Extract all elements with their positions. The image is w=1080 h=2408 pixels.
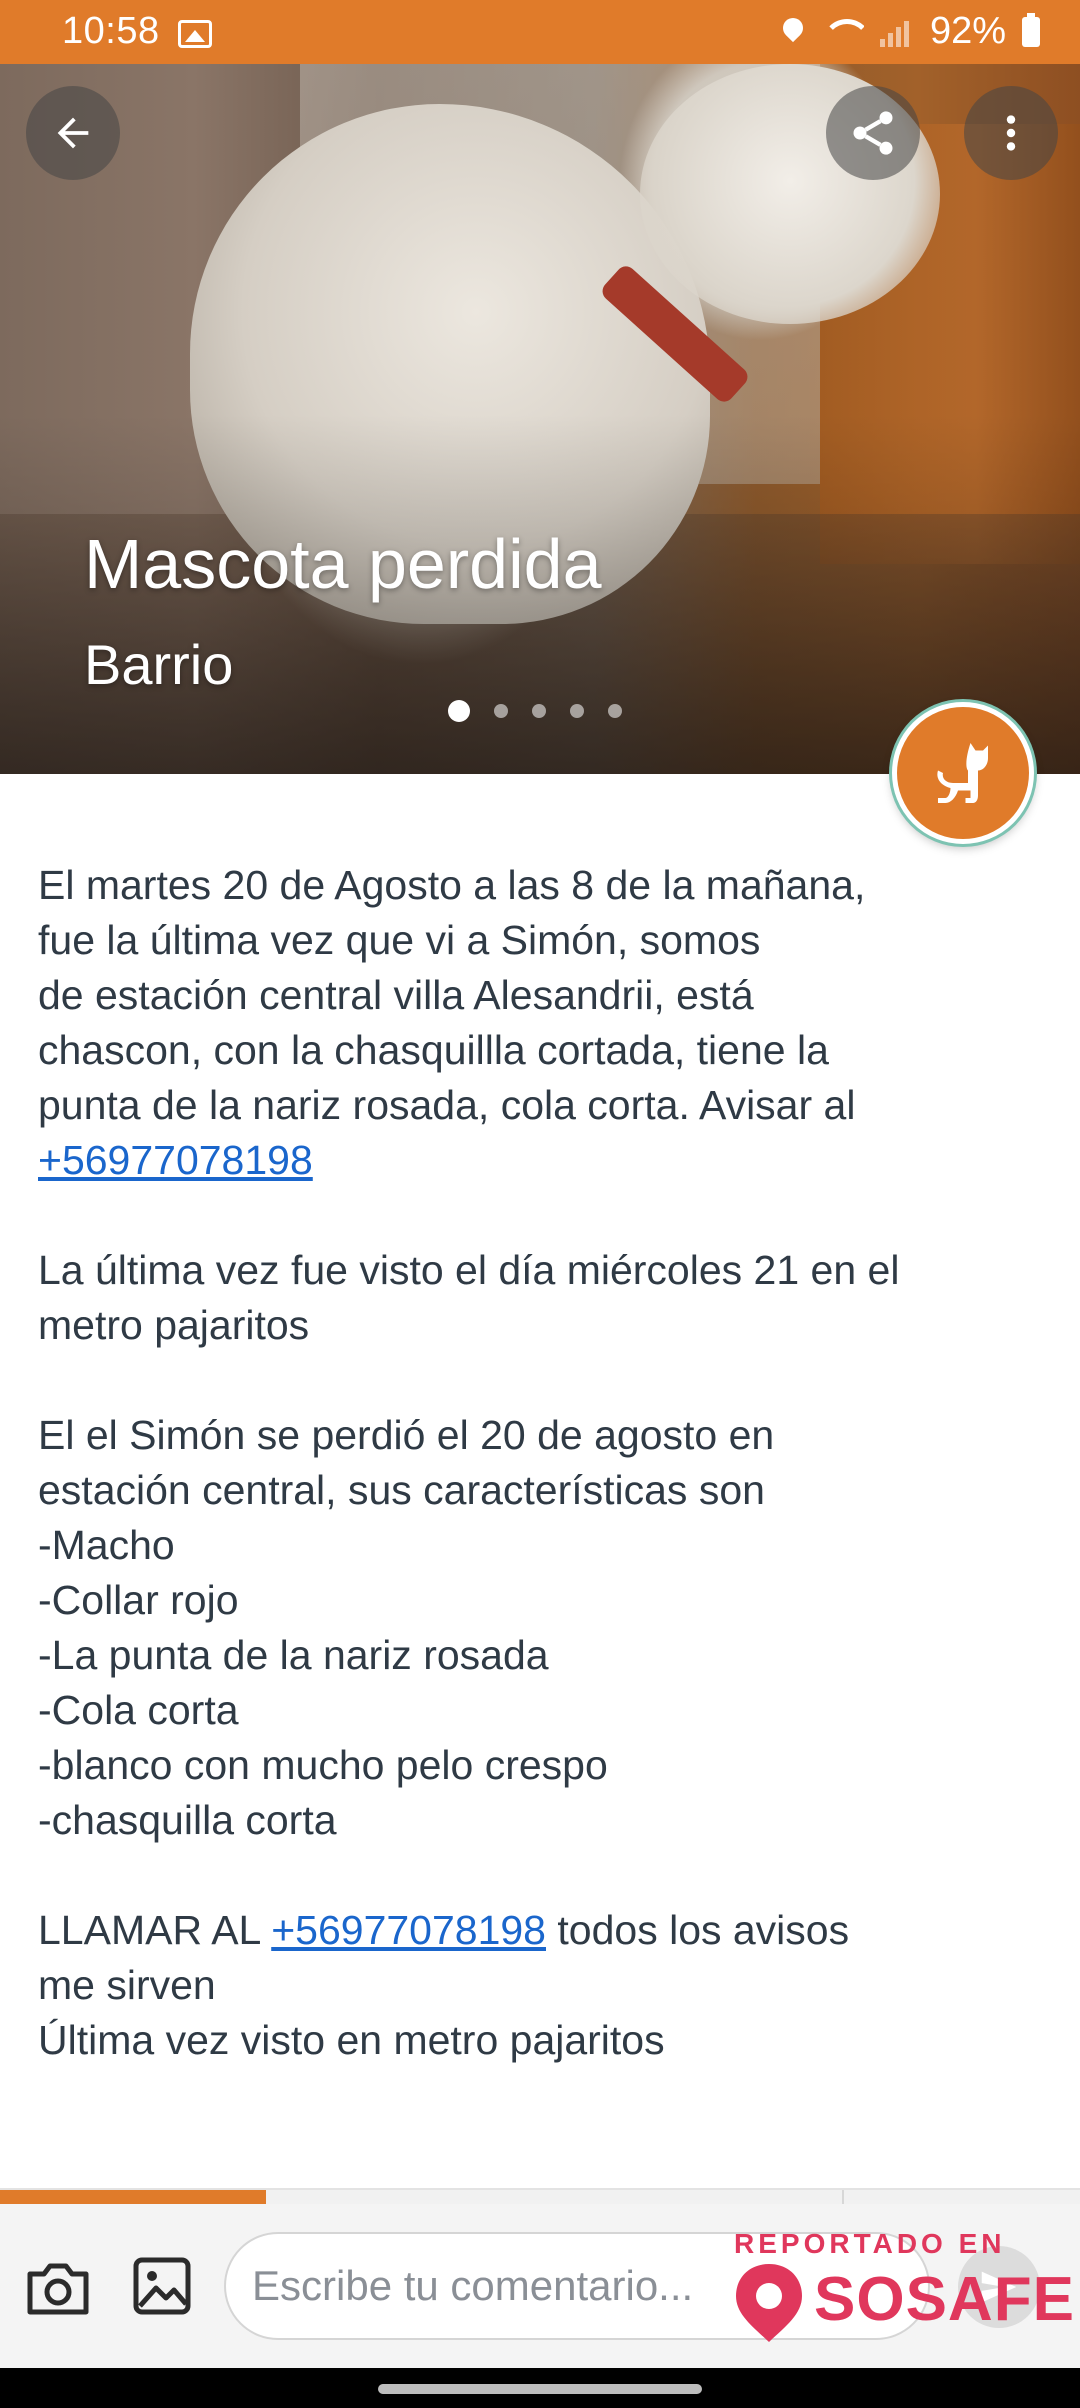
more-vertical-icon bbox=[1006, 115, 1016, 151]
post-category-title: Mascota perdida bbox=[84, 525, 602, 603]
camera-button[interactable] bbox=[24, 2258, 92, 2318]
arrow-left-icon bbox=[57, 117, 89, 149]
camera-icon bbox=[27, 2263, 89, 2315]
battery-icon bbox=[1022, 12, 1040, 47]
share-button[interactable] bbox=[826, 86, 920, 180]
carousel-indicator bbox=[448, 700, 622, 722]
image-icon bbox=[133, 2257, 191, 2315]
status-bar: 10:58 92% bbox=[0, 0, 1080, 64]
carousel-dot[interactable] bbox=[608, 704, 622, 718]
post-location-subtitle: Barrio bbox=[84, 633, 234, 696]
gallery-notification-icon bbox=[178, 20, 212, 48]
status-time: 10:58 bbox=[62, 10, 160, 52]
post-text: LLAMAR AL bbox=[38, 1907, 272, 1953]
signal-icon bbox=[879, 17, 914, 47]
watermark-brand: SOSAFE bbox=[814, 2265, 1075, 2334]
post-description: El martes 20 de Agosto a las 8 de la mañ… bbox=[38, 858, 1048, 2068]
category-badge[interactable] bbox=[892, 702, 1034, 844]
phone-link[interactable]: +56977078198 bbox=[271, 1907, 546, 1953]
post-paragraph: La última vez fue visto el día miércoles… bbox=[38, 1247, 900, 1348]
share-icon bbox=[853, 111, 893, 155]
location-icon bbox=[782, 18, 804, 46]
wifi-icon bbox=[820, 17, 864, 47]
status-icons: 92% bbox=[782, 10, 1040, 53]
sosafe-logo-icon bbox=[736, 2264, 802, 2342]
post-text: El martes 20 de Agosto a las 8 de la mañ… bbox=[38, 862, 866, 1128]
tab-strip bbox=[0, 2188, 1080, 2204]
system-nav-bar bbox=[0, 2368, 1080, 2408]
carousel-dot-active[interactable] bbox=[448, 700, 470, 722]
dog-icon bbox=[937, 743, 988, 803]
back-button[interactable] bbox=[26, 86, 120, 180]
post-paragraph: El martes 20 de Agosto a las 8 de la mañ… bbox=[38, 858, 1048, 1188]
tab-divider bbox=[842, 2190, 844, 2204]
post-paragraph: LLAMAR AL +56977078198 todos los avisos … bbox=[38, 1903, 1048, 2068]
gallery-button[interactable] bbox=[132, 2256, 192, 2316]
more-options-button[interactable] bbox=[964, 86, 1058, 180]
carousel-dot[interactable] bbox=[570, 704, 584, 718]
home-handle[interactable] bbox=[378, 2384, 702, 2394]
post-paragraph: El el Simón se perdió el 20 de agosto en… bbox=[38, 1412, 775, 1843]
tab-indicator-active[interactable] bbox=[0, 2190, 266, 2204]
battery-percentage: 92% bbox=[929, 10, 1006, 52]
phone-link[interactable]: +56977078198 bbox=[38, 1137, 313, 1183]
carousel-dot[interactable] bbox=[532, 704, 546, 718]
watermark-reported-label: REPORTADO EN bbox=[734, 2228, 1006, 2259]
carousel-dot[interactable] bbox=[494, 704, 508, 718]
